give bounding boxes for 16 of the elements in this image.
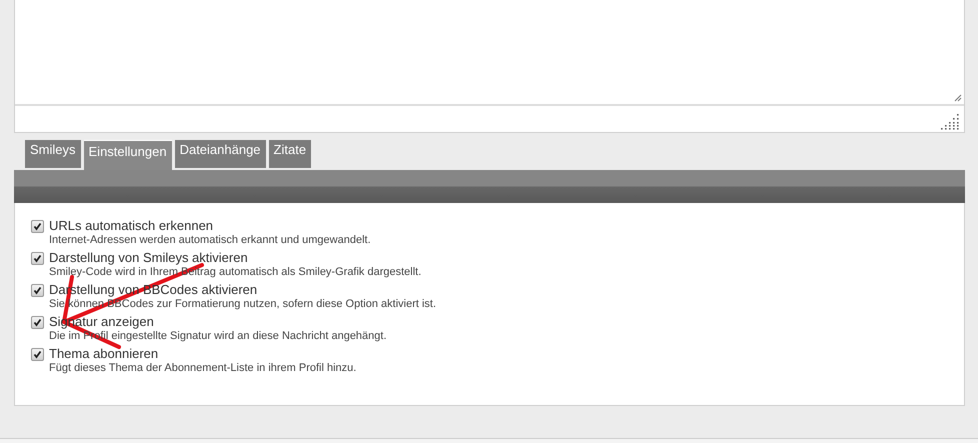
option-label: Darstellung von Smileys aktivieren [49,250,249,265]
checkbox[interactable] [31,220,44,233]
tab[interactable]: Smileys [25,140,81,168]
tab[interactable]: Einstellungen [84,140,172,170]
option-description: Fügt dieses Thema der Abonnement-Liste in ihrem Profil hinzu. [49,361,356,375]
checkbox[interactable] [31,284,44,297]
checkbox[interactable] [31,252,44,265]
checkbox[interactable] [31,348,44,361]
checkbox[interactable] [31,316,44,329]
option-description: Internet-Adressen werden automatisch erkannt und umgewandelt. [49,233,371,247]
option-label: Thema abonnieren [49,346,160,361]
tab[interactable]: Dateianhänge [174,140,266,168]
resize-grip-icon[interactable] [954,94,962,102]
option-label: URLs automatisch erkennen [49,218,214,233]
tab[interactable]: Zitate [268,140,312,168]
resize-handle-icon[interactable] [939,114,961,130]
